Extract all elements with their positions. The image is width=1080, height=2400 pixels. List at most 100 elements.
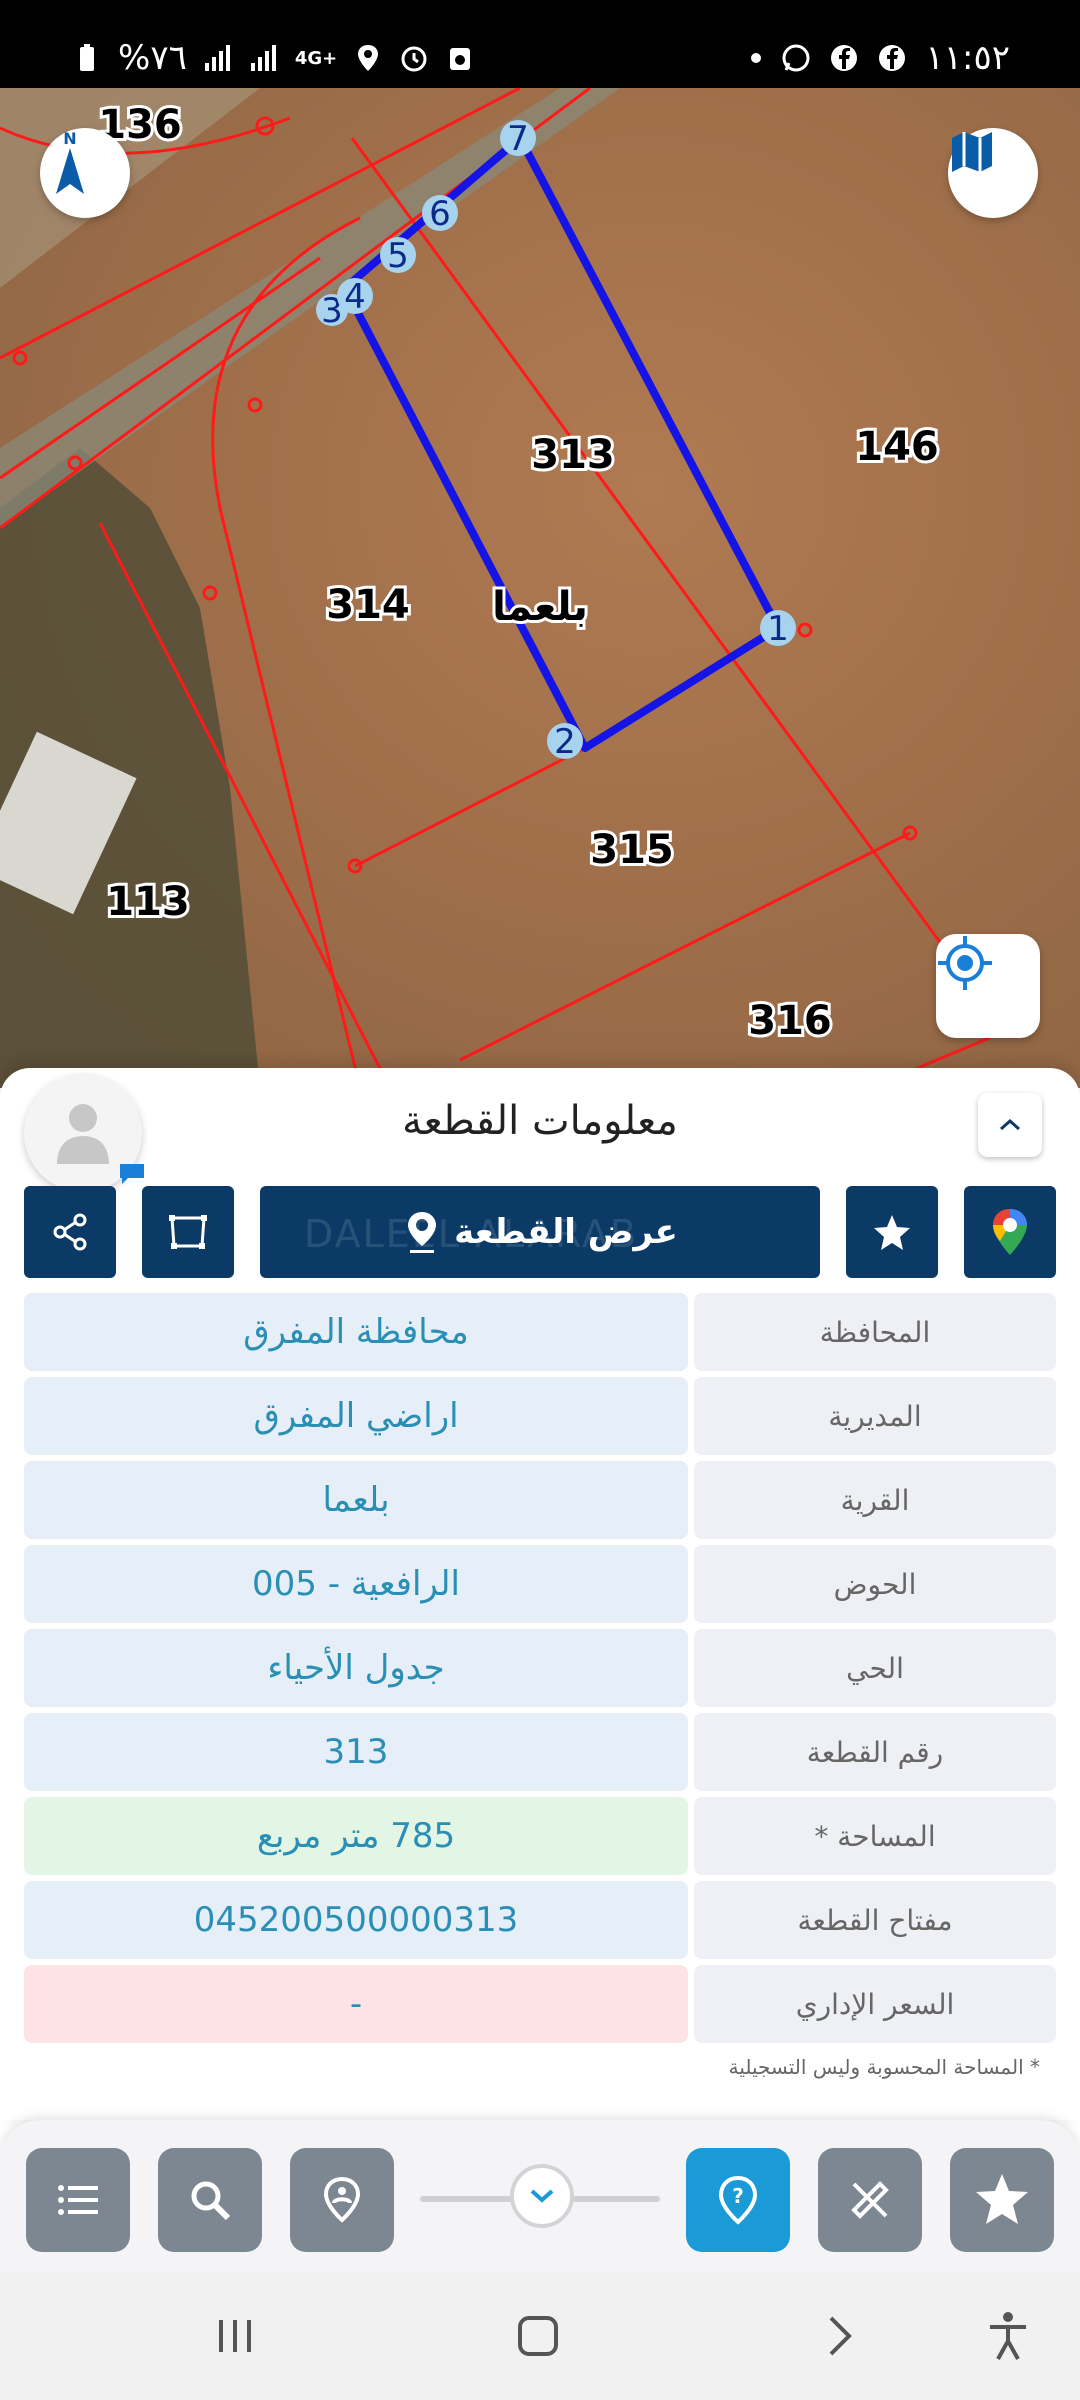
system-nav-bar xyxy=(0,2272,1080,2400)
info-label: الحي xyxy=(694,1629,1056,1707)
info-row: 045200500000313 مفتاح القطعة xyxy=(24,1881,1056,1959)
help-location-button[interactable]: ? xyxy=(686,2148,790,2252)
clock: ١١:٥٢ xyxy=(925,38,1010,78)
share-icon xyxy=(53,1213,87,1251)
dot-icon xyxy=(751,53,762,63)
info-value: بلعما xyxy=(24,1461,688,1539)
status-right: ١١:٥٢ xyxy=(749,38,1010,78)
network-label: 4G+ xyxy=(294,47,338,69)
share-button[interactable] xyxy=(24,1186,116,1278)
accessibility-icon xyxy=(990,2312,1026,2360)
info-value: - xyxy=(24,1965,688,2043)
user-icon xyxy=(57,1104,109,1164)
vertex-label-1: 1 xyxy=(767,609,789,649)
search-icon xyxy=(191,2181,231,2221)
info-value: 045200500000313 xyxy=(24,1881,688,1959)
star-icon xyxy=(874,1215,910,1250)
village-label: بلعما xyxy=(492,584,588,630)
list-icon xyxy=(58,2185,98,2215)
parcel-label-314[interactable]: 314 xyxy=(323,579,413,631)
parcel-label-146[interactable]: 146 xyxy=(852,421,942,473)
svg-text:?: ? xyxy=(732,2184,744,2208)
favorite-button[interactable] xyxy=(846,1186,938,1278)
area-footnote: * المساحة المحسوبة وليس التسجيلية xyxy=(728,2055,1040,2079)
info-value: اراضي المفرق xyxy=(24,1377,688,1455)
polygon-icon xyxy=(169,1215,207,1249)
show-parcel-button[interactable]: DALEEL ALARAB عرض القطعة xyxy=(260,1186,820,1278)
list-button[interactable] xyxy=(26,2148,130,2252)
parcel-label-315[interactable]: 315 xyxy=(587,824,677,876)
whatsapp-icon xyxy=(782,44,810,72)
info-row: اراضي المفرق المديرية xyxy=(24,1377,1056,1455)
sync-icon xyxy=(450,48,471,70)
info-label: المديرية xyxy=(694,1377,1056,1455)
chat-badge-icon xyxy=(120,1164,144,1184)
parcel-info-sheet: معلومات القطعة DALEEL ALARAB عرض القطعة … xyxy=(0,1068,1080,2120)
home-icon xyxy=(518,2316,558,2356)
crosshair-icon xyxy=(938,936,992,990)
favorites-button[interactable] xyxy=(950,2148,1054,2252)
chevron-right-icon xyxy=(829,2316,852,2356)
map-canvas[interactable]: 136 146 313 314 315 113 316 بلعما 1 2 3 … xyxy=(0,88,1080,1088)
info-row: - السعر الإداري xyxy=(24,1965,1056,2043)
map-icon xyxy=(952,132,992,172)
facebook-icon xyxy=(879,45,906,71)
status-bar: %٧٦ 4G+ ١١:٥٢ xyxy=(0,0,1080,88)
info-label: المحافظة xyxy=(694,1293,1056,1371)
alarm-icon xyxy=(401,46,427,72)
vertex-label-2: 2 xyxy=(554,722,576,762)
location-person-icon xyxy=(323,2176,361,2223)
polygon-button[interactable] xyxy=(142,1186,234,1278)
question-pin-icon: ? xyxy=(718,2175,758,2225)
back-button[interactable] xyxy=(810,2308,870,2364)
info-label: مفتاح القطعة xyxy=(694,1881,1056,1959)
action-bar: DALEEL ALARAB عرض القطعة xyxy=(0,1186,1080,1278)
compass-button[interactable]: N xyxy=(40,128,130,218)
parcel-info-table: محافظة المفرق المحافظة اراضي المفرق المديري… xyxy=(24,1293,1056,2049)
info-value: الرافعية - 005 xyxy=(24,1545,688,1623)
measure-tool-button[interactable] xyxy=(818,2148,922,2252)
parcel-label-313[interactable]: 313 xyxy=(528,429,618,481)
google-maps-button[interactable] xyxy=(964,1186,1056,1278)
status-left: %٧٦ 4G+ xyxy=(72,38,475,78)
vertex-label-7: 7 xyxy=(507,119,529,159)
search-button[interactable] xyxy=(158,2148,262,2252)
chevron-down-icon xyxy=(530,2189,554,2203)
map-layers-button[interactable] xyxy=(948,128,1038,218)
collapse-sheet-button[interactable] xyxy=(978,1093,1042,1157)
my-location-button[interactable] xyxy=(936,934,1040,1038)
parcel-label-316[interactable]: 316 xyxy=(745,995,835,1047)
battery-percent: %٧٦ xyxy=(118,38,187,78)
home-button[interactable] xyxy=(508,2308,568,2364)
info-row: الرافعية - 005 الحوض xyxy=(24,1545,1056,1623)
info-value: 785 متر مربع xyxy=(24,1797,688,1875)
place-lookup-button[interactable] xyxy=(290,2148,394,2252)
vertex-label-6: 6 xyxy=(429,194,451,234)
signal-icon xyxy=(204,45,230,71)
star-icon xyxy=(976,2174,1028,2224)
recents-button[interactable] xyxy=(205,2308,265,2364)
vertex-label-4: 4 xyxy=(344,277,366,317)
accessibility-button[interactable] xyxy=(978,2308,1038,2364)
info-value: محافظة المفرق xyxy=(24,1293,688,1371)
info-value: 313 xyxy=(24,1713,688,1791)
info-row: بلعما القرية xyxy=(24,1461,1056,1539)
slider-thumb[interactable] xyxy=(510,2164,574,2228)
signal-icon xyxy=(250,45,276,71)
info-row: 313 رقم القطعة xyxy=(24,1713,1056,1791)
compass-label: N xyxy=(63,129,76,148)
ruler-pencil-icon xyxy=(851,2181,889,2219)
map-opacity-slider[interactable] xyxy=(420,2164,660,2228)
vertex-label-5: 5 xyxy=(387,236,409,276)
info-value: جدول الأحياء xyxy=(24,1629,688,1707)
bottom-toolbar: ? xyxy=(0,2120,1080,2272)
info-row: محافظة المفرق المحافظة xyxy=(24,1293,1056,1371)
watermark-text: DALEEL ALARAB xyxy=(304,1212,638,1256)
compass-north-icon: N xyxy=(56,129,84,194)
map-view[interactable]: 136 146 313 314 315 113 316 بلعما 1 2 3 … xyxy=(0,88,1080,1088)
chevron-up-icon xyxy=(1000,1118,1020,1131)
parcel-label-113[interactable]: 113 xyxy=(103,876,193,928)
avatar[interactable] xyxy=(24,1074,144,1192)
recents-icon xyxy=(219,2320,251,2352)
sheet-title: معلومات القطعة xyxy=(402,1098,678,1144)
